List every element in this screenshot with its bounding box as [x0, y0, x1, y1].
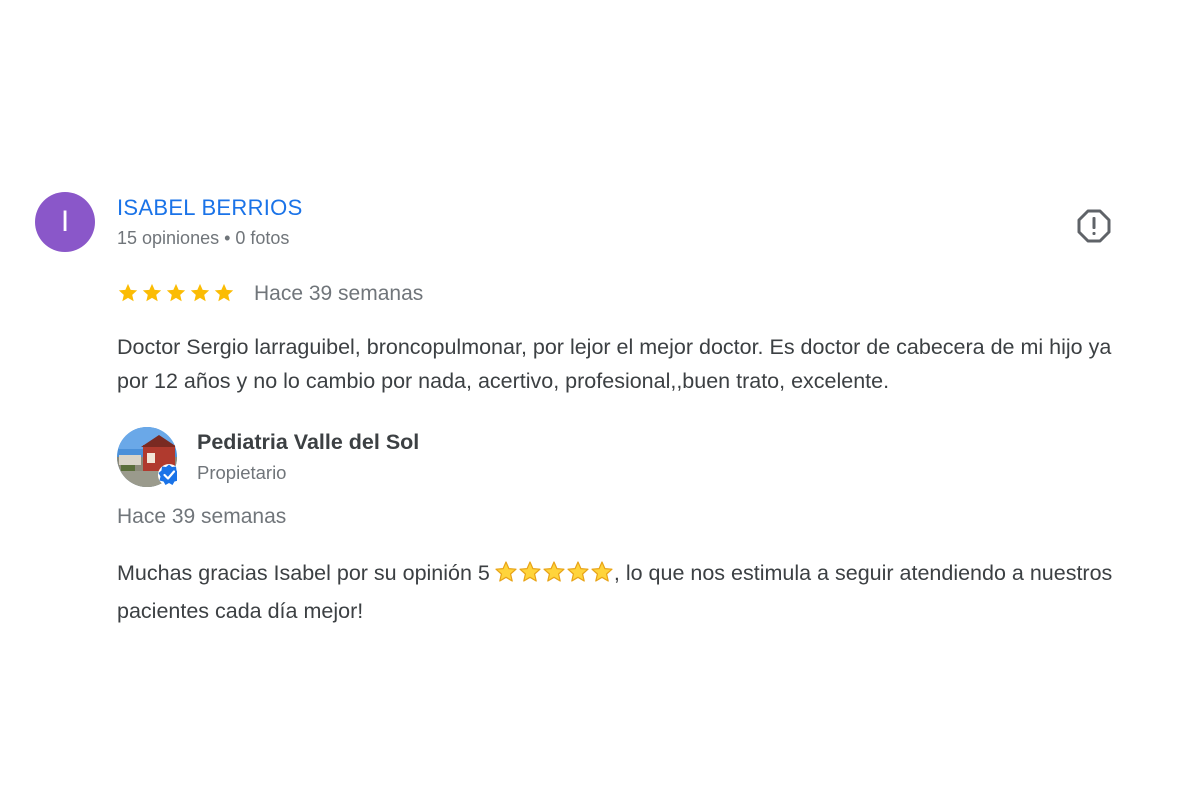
star-icon [214, 283, 234, 302]
reviewer-name[interactable]: ISABEL BERRIOS [117, 195, 303, 221]
star-icon [142, 283, 162, 302]
reply-text-start: Muchas gracias Isabel por su opinión 5 [117, 561, 490, 585]
owner-avatar[interactable] [117, 427, 177, 487]
reply-text: Muchas gracias Isabel por su opinión 5, … [117, 556, 1157, 628]
review-date: Hace 39 semanas [254, 282, 424, 305]
star-emoji-icon [591, 561, 613, 582]
star-icon [118, 283, 138, 302]
star-emoji-icon [567, 561, 589, 582]
review-card: I ISABEL BERRIOS 15 opiniones • 0 fotos … [0, 0, 1200, 800]
review-text: Doctor Sergio larraguibel, broncopulmona… [117, 335, 1112, 393]
star-emoji-icon [543, 561, 565, 582]
star-icon [166, 283, 186, 302]
star-emoji-icon [495, 561, 517, 582]
reviewer-meta: 15 opiniones • 0 fotos [117, 228, 290, 248]
star-rating [117, 281, 235, 307]
report-flag-icon[interactable] [1076, 208, 1112, 244]
emoji-stars [494, 560, 614, 594]
star-emoji-icon [519, 561, 541, 582]
reviewer-avatar[interactable]: I [35, 192, 95, 252]
star-icon [190, 283, 210, 302]
reply-date: Hace 39 semanas [117, 505, 287, 528]
owner-role: Propietario [197, 462, 287, 483]
owner-name[interactable]: Pediatria Valle del Sol [197, 430, 419, 455]
